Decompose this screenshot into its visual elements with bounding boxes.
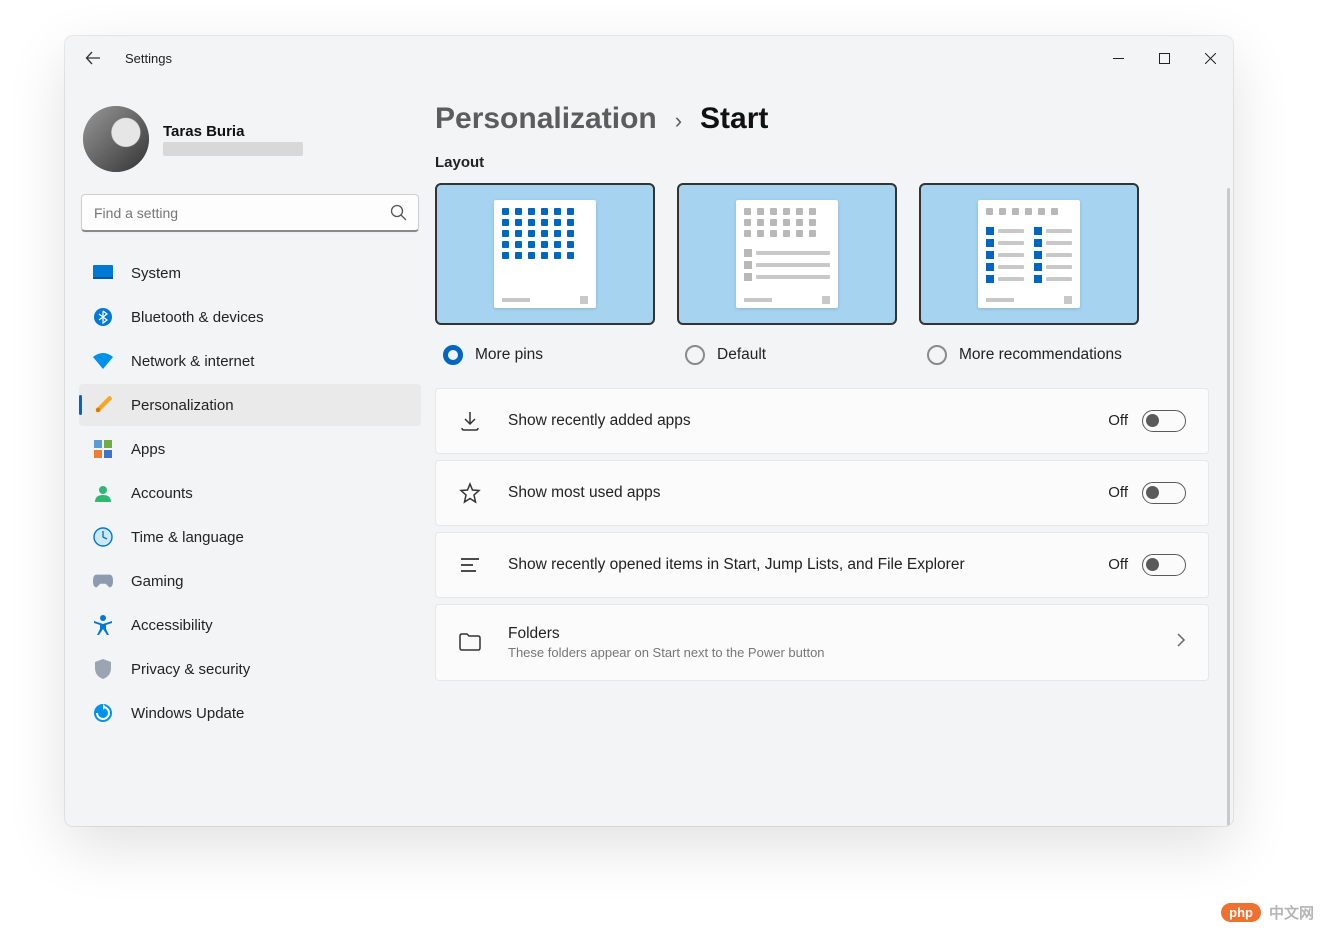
- watermark-text: 中文网: [1269, 902, 1314, 923]
- radio-more-recommendations[interactable]: More recommendations: [919, 345, 1139, 366]
- sidebar-item-network[interactable]: Network & internet: [79, 340, 421, 382]
- sidebar-item-windows-update[interactable]: Windows Update: [79, 692, 421, 734]
- avatar: [83, 106, 149, 172]
- toggle-switch[interactable]: [1142, 410, 1186, 432]
- radio-icon: [927, 345, 947, 365]
- sidebar-item-accessibility[interactable]: Accessibility: [79, 604, 421, 646]
- settings-window: Settings Taras Buria: [65, 36, 1233, 826]
- layout-card-default[interactable]: [677, 183, 897, 325]
- paintbrush-icon: [93, 395, 113, 415]
- sidebar-item-label: Accessibility: [131, 617, 213, 634]
- profile-block[interactable]: Taras Buria: [83, 106, 417, 172]
- breadcrumb-parent[interactable]: Personalization: [435, 102, 657, 136]
- sidebar: Taras Buria System Bluetooth & devices: [65, 80, 435, 826]
- sidebar-item-label: Time & language: [131, 529, 244, 546]
- setting-most-used: Show most used apps Off: [435, 460, 1209, 526]
- page-title: Start: [700, 102, 768, 136]
- chevron-right-icon: [1176, 632, 1186, 653]
- app-title: Settings: [125, 51, 172, 66]
- sidebar-item-label: Windows Update: [131, 705, 244, 722]
- layout-options: [435, 183, 1209, 325]
- setting-title: Show most used apps: [508, 484, 1082, 502]
- radio-more-pins[interactable]: More pins: [435, 345, 655, 366]
- search-box: [81, 194, 419, 232]
- sidebar-item-label: Accounts: [131, 485, 193, 502]
- accessibility-icon: [93, 615, 113, 635]
- radio-label: More recommendations: [959, 345, 1122, 366]
- sidebar-item-label: Gaming: [131, 573, 184, 590]
- list-icon: [458, 553, 482, 577]
- update-icon: [93, 703, 113, 723]
- radio-icon: [685, 345, 705, 365]
- sidebar-item-time-language[interactable]: Time & language: [79, 516, 421, 558]
- titlebar: Settings: [65, 36, 1233, 80]
- radio-label: Default: [717, 345, 766, 366]
- sidebar-item-label: Personalization: [131, 397, 234, 414]
- radio-default[interactable]: Default: [677, 345, 897, 366]
- sidebar-item-label: Network & internet: [131, 353, 254, 370]
- search-icon: [390, 204, 407, 226]
- scrollbar[interactable]: [1227, 188, 1230, 826]
- sidebar-item-gaming[interactable]: Gaming: [79, 560, 421, 602]
- bluetooth-icon: [93, 307, 113, 327]
- search-input[interactable]: [81, 194, 419, 232]
- folder-icon: [458, 630, 482, 654]
- toggle-switch[interactable]: [1142, 482, 1186, 504]
- profile-email-redacted: [163, 142, 303, 156]
- sidebar-item-system[interactable]: System: [79, 252, 421, 294]
- setting-title: Show recently added apps: [508, 412, 1082, 430]
- radio-label: More pins: [475, 345, 543, 366]
- window-controls: [1095, 36, 1233, 80]
- display-icon: [93, 263, 113, 283]
- setting-folders[interactable]: Folders These folders appear on Start ne…: [435, 604, 1209, 681]
- sidebar-item-bluetooth[interactable]: Bluetooth & devices: [79, 296, 421, 338]
- setting-title: Show recently opened items in Start, Jum…: [508, 556, 1082, 574]
- star-icon: [458, 481, 482, 505]
- setting-title: Folders: [508, 625, 1150, 643]
- nav-list: System Bluetooth & devices Network & int…: [79, 252, 421, 734]
- setting-description: These folders appear on Start next to th…: [508, 645, 1150, 660]
- radio-icon: [443, 345, 463, 365]
- sidebar-item-label: System: [131, 265, 181, 282]
- sidebar-item-label: Apps: [131, 441, 165, 458]
- clock-globe-icon: [93, 527, 113, 547]
- layout-radio-group: More pins Default More recommendations: [435, 345, 1209, 366]
- chevron-right-icon: ›: [675, 108, 682, 134]
- layout-section-label: Layout: [435, 154, 1209, 171]
- gamepad-icon: [93, 571, 113, 591]
- apps-icon: [93, 439, 113, 459]
- minimize-button[interactable]: [1095, 36, 1141, 80]
- profile-name: Taras Buria: [163, 123, 303, 140]
- sidebar-item-label: Privacy & security: [131, 661, 250, 678]
- toggle-state: Off: [1108, 556, 1128, 573]
- person-icon: [93, 483, 113, 503]
- toggle-state: Off: [1108, 412, 1128, 429]
- sidebar-item-personalization[interactable]: Personalization: [79, 384, 421, 426]
- toggle-state: Off: [1108, 484, 1128, 501]
- breadcrumb: Personalization › Start: [435, 102, 1209, 136]
- setting-recently-added: Show recently added apps Off: [435, 388, 1209, 454]
- wifi-icon: [93, 351, 113, 371]
- shield-icon: [93, 659, 113, 679]
- close-button[interactable]: [1187, 36, 1233, 80]
- main-panel: Personalization › Start Layout: [435, 80, 1233, 826]
- sidebar-item-apps[interactable]: Apps: [79, 428, 421, 470]
- back-button[interactable]: [83, 48, 103, 68]
- sidebar-item-accounts[interactable]: Accounts: [79, 472, 421, 514]
- maximize-button[interactable]: [1141, 36, 1187, 80]
- download-icon: [458, 409, 482, 433]
- watermark-logo: php: [1221, 903, 1261, 922]
- sidebar-item-label: Bluetooth & devices: [131, 309, 264, 326]
- sidebar-item-privacy[interactable]: Privacy & security: [79, 648, 421, 690]
- layout-card-more-pins[interactable]: [435, 183, 655, 325]
- setting-recently-opened: Show recently opened items in Start, Jum…: [435, 532, 1209, 598]
- layout-card-more-recommendations[interactable]: [919, 183, 1139, 325]
- toggle-switch[interactable]: [1142, 554, 1186, 576]
- watermark: php 中文网: [1221, 902, 1314, 923]
